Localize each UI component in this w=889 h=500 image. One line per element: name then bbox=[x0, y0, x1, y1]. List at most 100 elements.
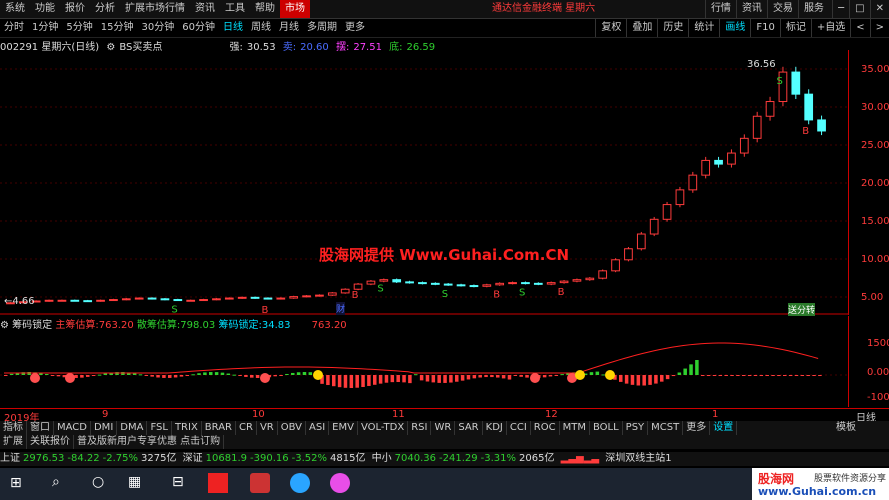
app-icon[interactable] bbox=[208, 473, 228, 493]
windows-start-icon[interactable]: ⊞ bbox=[10, 475, 22, 491]
tab-sar[interactable]: SAR bbox=[455, 421, 483, 435]
task-view-icon[interactable]: ○ bbox=[92, 474, 104, 490]
chip-lock-chart[interactable] bbox=[0, 329, 848, 407]
tab-vol-tdx[interactable]: VOL-TDX bbox=[358, 421, 409, 435]
tab-roc[interactable]: ROC bbox=[531, 421, 560, 435]
candle-body bbox=[276, 297, 286, 300]
btn-prev[interactable]: < bbox=[850, 19, 869, 37]
tab-macd[interactable]: MACD bbox=[54, 421, 91, 435]
chip-bar bbox=[753, 375, 758, 376]
tab-rsi[interactable]: RSI bbox=[408, 421, 432, 435]
chip-bar bbox=[4, 375, 8, 376]
tab-dma[interactable]: DMA bbox=[117, 421, 148, 435]
zx-label[interactable]: 中小 bbox=[372, 453, 392, 464]
close-icon[interactable]: ✕ bbox=[869, 0, 889, 18]
period-multi[interactable]: 多周期 bbox=[303, 19, 341, 37]
cai-badge[interactable]: 财 bbox=[336, 302, 346, 315]
tab-related-quote[interactable]: 关联报价 bbox=[27, 435, 74, 449]
tab-fsl[interactable]: FSL bbox=[147, 421, 172, 435]
btn-f10[interactable]: F10 bbox=[750, 19, 779, 37]
chip-bar bbox=[332, 375, 336, 387]
menu-tools[interactable]: 工具 bbox=[220, 0, 250, 18]
tab-promo[interactable]: 普及版新用户专享优惠 点击订购 bbox=[74, 435, 225, 449]
tab-emv[interactable]: EMV bbox=[329, 421, 358, 435]
btn-draw[interactable]: 画线 bbox=[719, 19, 750, 37]
chip-bar bbox=[548, 375, 553, 377]
menu-help[interactable]: 帮助 bbox=[250, 0, 280, 18]
tab-dmi[interactable]: DMI bbox=[91, 421, 118, 435]
menu-system[interactable]: 系统 bbox=[0, 0, 30, 18]
menu-extended-market[interactable]: 扩展市场行情 bbox=[120, 0, 190, 18]
chip-bar bbox=[419, 375, 424, 381]
menu-market[interactable]: 市场 bbox=[280, 0, 310, 18]
browser-icon[interactable] bbox=[290, 473, 310, 493]
btn-statistics[interactable]: 统计 bbox=[688, 19, 719, 37]
tab-mcst[interactable]: MCST bbox=[648, 421, 684, 435]
search-icon[interactable]: ⌕ bbox=[52, 474, 60, 490]
tab-vr[interactable]: VR bbox=[257, 421, 278, 435]
tdx-icon[interactable] bbox=[250, 473, 270, 493]
btn-history[interactable]: 历史 bbox=[657, 19, 688, 37]
tab-asi[interactable]: ASI bbox=[306, 421, 330, 435]
period-weekly[interactable]: 周线 bbox=[247, 19, 275, 37]
store-icon[interactable]: ⊟ bbox=[172, 474, 184, 490]
candle-body bbox=[224, 297, 234, 300]
tab-brar[interactable]: BRAR bbox=[202, 421, 236, 435]
media-icon[interactable] bbox=[330, 473, 350, 493]
period-more[interactable]: 更多 bbox=[341, 19, 369, 37]
chip-bar bbox=[296, 372, 301, 375]
tab-wr[interactable]: WR bbox=[431, 421, 456, 435]
tab-boll[interactable]: BOLL bbox=[590, 421, 623, 435]
period-tick[interactable]: 分时 bbox=[0, 19, 28, 37]
sz-label[interactable]: 深证 bbox=[183, 453, 203, 464]
sh-label[interactable]: 上证 bbox=[0, 453, 20, 464]
explorer-icon[interactable]: ▦ bbox=[128, 474, 141, 490]
tab-trix[interactable]: TRIX bbox=[172, 421, 202, 435]
chip-bar bbox=[648, 375, 652, 385]
sz-price: 10681.9 bbox=[205, 453, 247, 464]
period-daily[interactable]: 日线 bbox=[219, 19, 247, 37]
tab-cci[interactable]: CCI bbox=[507, 421, 531, 435]
chip-bar bbox=[390, 375, 395, 383]
watermark-text: 股海网提供 Www.Guhai.Com.CN bbox=[319, 246, 570, 264]
period-5m[interactable]: 5分钟 bbox=[62, 19, 96, 37]
candle-body bbox=[752, 115, 762, 139]
tab-window[interactable]: 窗口 bbox=[27, 421, 54, 435]
menu-quote[interactable]: 报价 bbox=[60, 0, 90, 18]
candlestick-chart[interactable]: B B B B B S S S S S bbox=[0, 50, 848, 315]
maximize-icon[interactable]: □ bbox=[849, 0, 869, 18]
minimize-icon[interactable]: ─ bbox=[832, 0, 849, 18]
server-name[interactable]: 深圳双线主站1 bbox=[605, 453, 671, 464]
tab-obv[interactable]: OBV bbox=[278, 421, 306, 435]
candle-body bbox=[804, 93, 814, 121]
menu-news[interactable]: 资讯 bbox=[190, 0, 220, 18]
zhuan-badge[interactable]: 送分转 bbox=[788, 303, 816, 316]
tab-cr[interactable]: CR bbox=[236, 421, 257, 435]
tab-psy[interactable]: PSY bbox=[623, 421, 649, 435]
btn-next[interactable]: > bbox=[869, 19, 889, 37]
tab-mtm[interactable]: MTM bbox=[560, 421, 590, 435]
candle-body bbox=[57, 299, 67, 302]
period-60m[interactable]: 60分钟 bbox=[178, 19, 219, 37]
tab-settings[interactable]: 设置 bbox=[710, 421, 738, 435]
tab-kdj[interactable]: KDJ bbox=[483, 421, 507, 435]
period-15m[interactable]: 15分钟 bbox=[97, 19, 138, 37]
tab-more[interactable]: 更多 bbox=[683, 421, 711, 435]
period-monthly[interactable]: 月线 bbox=[275, 19, 303, 37]
menu-function[interactable]: 功能 bbox=[30, 0, 60, 18]
btn-quote[interactable]: 行情 bbox=[704, 0, 736, 18]
menu-analysis[interactable]: 分析 bbox=[90, 0, 120, 18]
btn-service[interactable]: 服务 bbox=[797, 0, 829, 18]
btn-restore-rights[interactable]: 复权 bbox=[595, 19, 626, 37]
candle-body bbox=[662, 204, 672, 220]
period-1m[interactable]: 1分钟 bbox=[28, 19, 62, 37]
tab-extend[interactable]: 扩展 bbox=[0, 435, 27, 449]
btn-news[interactable]: 资讯 bbox=[735, 0, 767, 18]
btn-overlay[interactable]: 叠加 bbox=[626, 19, 657, 37]
btn-mark[interactable]: 标记 bbox=[779, 19, 811, 37]
template-button[interactable]: 模板 bbox=[833, 421, 859, 435]
tab-indicator[interactable]: 指标 bbox=[0, 421, 27, 435]
btn-add-watchlist[interactable]: +自选 bbox=[810, 19, 850, 37]
btn-trade[interactable]: 交易 bbox=[766, 0, 798, 18]
period-30m[interactable]: 30分钟 bbox=[137, 19, 178, 37]
